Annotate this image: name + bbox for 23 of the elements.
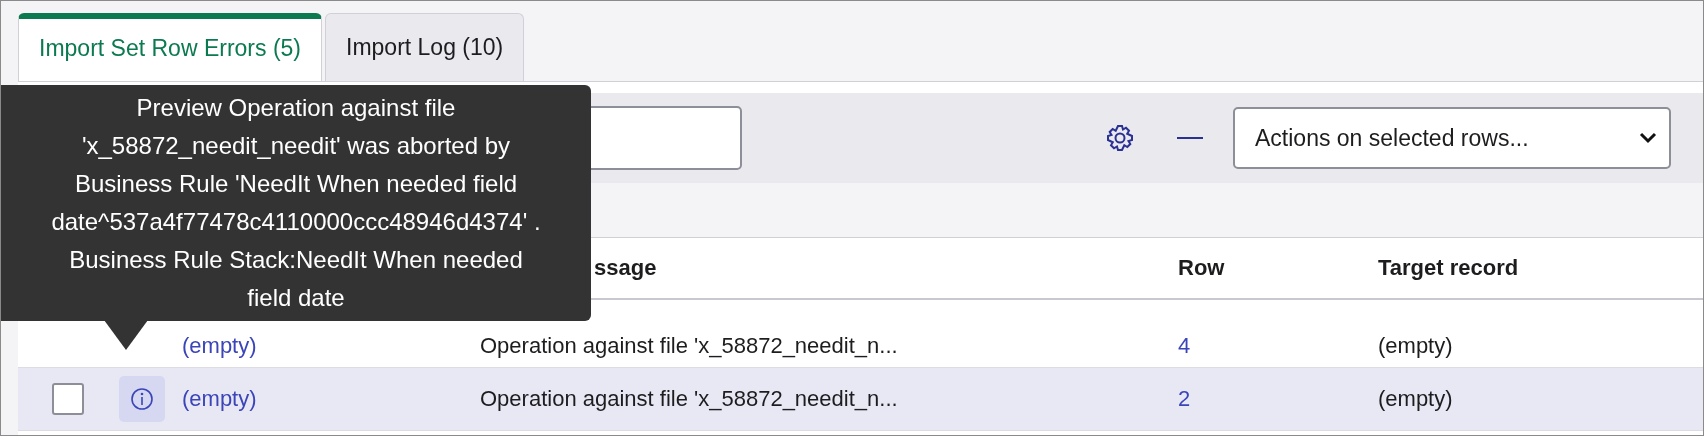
table-link[interactable]: 2	[1178, 386, 1191, 411]
column-header[interactable]: Target record	[1378, 255, 1519, 280]
column-header[interactable]: ssage	[594, 255, 657, 280]
tab[interactable]: Import Log (10)	[325, 13, 525, 81]
column-header[interactable]: Row	[1178, 255, 1225, 280]
info-icon	[130, 387, 154, 411]
actions-select[interactable]: Actions on selected rows...	[1233, 107, 1671, 169]
minus-icon[interactable]	[1177, 136, 1203, 140]
selected-row[interactable]: (empty) Operation against file 'x_58872_needit_n... 2 (empty)	[18, 368, 1703, 431]
table-link[interactable]: 4	[1178, 333, 1191, 358]
tooltip: Preview Operation against file 'x_58872_needit_needit' was aborted by Business Rule 'NeedIt When needed field date^537a4f77478c4110000ccc48946d4374' . Business Rule Stack:NeedIt When needed field date	[1, 85, 591, 321]
info-button[interactable]	[119, 376, 165, 422]
table-cell: Operation against file 'x_58872_needit_n...	[480, 386, 898, 411]
table-cell: (empty)	[1378, 333, 1453, 358]
settings-icon[interactable]	[1105, 123, 1135, 153]
table-link[interactable]: (empty)	[182, 386, 257, 411]
table-cell: (empty)	[1378, 386, 1453, 411]
table-cell: Operation against file 'x_58872_needit_n...	[480, 333, 898, 358]
table-link[interactable]: (empty)	[182, 333, 257, 358]
tab[interactable]: Import Set Row Errors (5)	[18, 13, 322, 81]
tooltip-pointer	[104, 320, 148, 350]
checkbox[interactable]	[52, 383, 84, 415]
chevron-down-icon	[1639, 132, 1657, 144]
